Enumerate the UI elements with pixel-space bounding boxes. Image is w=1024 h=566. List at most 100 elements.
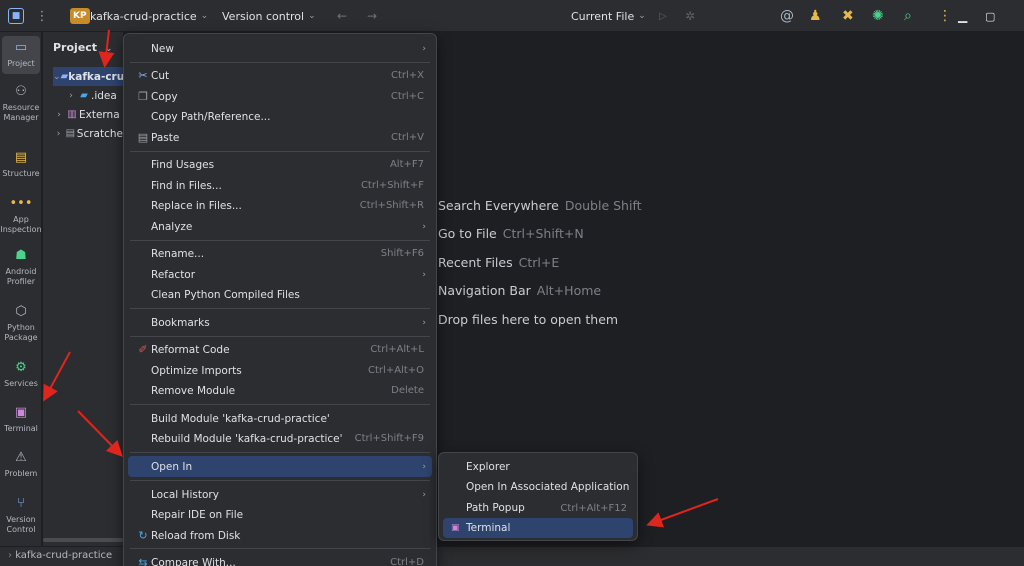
- sidebar-item-terminal[interactable]: ▣ Terminal: [0, 405, 42, 434]
- menu-label: Bookmarks: [151, 316, 210, 329]
- menu-item-local-history[interactable]: Local History ›: [128, 484, 432, 505]
- sidebar-item-project[interactable]: ▭ Project: [2, 36, 40, 74]
- menu-item-reformat-code[interactable]: ✐ Reformat Code Ctrl+Alt+L: [128, 339, 432, 360]
- notifications-icon[interactable]: ⋮: [938, 0, 952, 32]
- menu-item-remove-module[interactable]: Remove Module Delete: [128, 380, 432, 401]
- menu-label: Remove Module: [151, 384, 236, 397]
- menu-item-compare-with[interactable]: ⇆ Compare With... Ctrl+D: [128, 552, 432, 566]
- menu-item-analyze[interactable]: Analyze ›: [128, 216, 432, 237]
- breadcrumb[interactable]: › kafka-crud-practice: [8, 550, 112, 561]
- hint-shortcut: Ctrl+Shift+N: [502, 226, 584, 241]
- menu-label: Optimize Imports: [151, 364, 242, 377]
- tree-item-root[interactable]: ⌄ ▰ kafka-cru: [53, 67, 123, 86]
- menu-item-copy-path[interactable]: Copy Path/Reference...: [128, 106, 432, 127]
- title-bar: ■ ⋮ KP kafka-crud-practice ⌄ Version con…: [0, 0, 1024, 32]
- menu-item-build-module[interactable]: Build Module 'kafka-crud-practice': [128, 408, 432, 429]
- sidebar-label: Android Profiler: [5, 267, 37, 287]
- sidebar-item-android-profiler[interactable]: ☗ Android Profiler: [0, 248, 42, 287]
- run-config-selector[interactable]: Current File ⌄: [571, 0, 646, 32]
- menu-separator: [130, 240, 430, 241]
- menu-shortcut: Delete: [391, 385, 424, 396]
- menu-label: Analyze: [151, 220, 193, 233]
- menu-separator: [130, 480, 430, 481]
- forward-arrow-icon[interactable]: →: [367, 0, 377, 32]
- sidebar-item-structure[interactable]: ▤ Structure: [0, 150, 42, 179]
- menu-item-cut[interactable]: ✂ Cut Ctrl+X: [128, 65, 432, 86]
- hint-label: Go to File: [438, 226, 497, 241]
- sidebar-item-app-inspection[interactable]: ••• App Inspection: [0, 196, 42, 235]
- debug-icon[interactable]: ✲: [685, 0, 695, 32]
- sidebar-item-services[interactable]: ⚙ Services: [0, 360, 42, 389]
- menu-item-new[interactable]: New ›: [128, 38, 432, 59]
- scratches-icon: ▤: [65, 128, 76, 139]
- menu-item-clean-python[interactable]: Clean Python Compiled Files: [128, 284, 432, 305]
- sidebar-item-version-control[interactable]: ⑂ Version Control: [0, 496, 42, 535]
- back-arrow-icon[interactable]: ←: [337, 0, 347, 32]
- chevron-right-icon: ›: [57, 109, 61, 120]
- scissors-icon: ✂: [138, 69, 148, 82]
- sidebar-item-python-package[interactable]: ⬡ Python Package: [0, 304, 42, 343]
- app-logo-icon[interactable]: ■: [8, 8, 24, 24]
- menu-item-replace-in-files[interactable]: Replace in Files... Ctrl+Shift+R: [128, 195, 432, 216]
- menu-label: Clean Python Compiled Files: [151, 288, 300, 301]
- menu-separator: [130, 151, 430, 152]
- project-panel-title[interactable]: Project ⌄: [53, 41, 112, 54]
- reload-icon: ↻: [138, 529, 148, 542]
- branch-icon: ⑂: [17, 496, 25, 511]
- menu-separator: [130, 452, 430, 453]
- menu-label: Rename...: [151, 247, 205, 260]
- minimize-icon[interactable]: ▁: [958, 0, 967, 32]
- menu-item-rebuild-module[interactable]: Rebuild Module 'kafka-crud-practice' Ctrl…: [128, 428, 432, 449]
- menu-item-find-in-files[interactable]: Find in Files... Ctrl+Shift+F: [128, 175, 432, 196]
- menu-label: Copy: [151, 90, 178, 103]
- shapes-icon: ⚇: [15, 84, 27, 99]
- menu-item-bookmarks[interactable]: Bookmarks ›: [128, 312, 432, 333]
- chevron-right-icon: ›: [422, 43, 426, 54]
- submenu-item-explorer[interactable]: Explorer: [443, 457, 633, 477]
- menu-item-optimize-imports[interactable]: Optimize Imports Ctrl+Alt+O: [128, 360, 432, 381]
- menu-item-open-in[interactable]: Open In ›: [128, 456, 432, 477]
- menu-item-paste[interactable]: ▤ Paste Ctrl+V: [128, 127, 432, 148]
- chevron-right-icon: ›: [422, 269, 426, 280]
- project-badge[interactable]: KP: [70, 8, 90, 24]
- brush-icon: ✐: [138, 343, 148, 356]
- swirl-icon[interactable]: @: [780, 0, 794, 32]
- chevron-right-icon: ›: [69, 90, 73, 101]
- submenu-item-path-popup[interactable]: Path Popup Ctrl+Alt+F12: [443, 498, 633, 518]
- menu-separator: [130, 62, 430, 63]
- tree-item-external[interactable]: › ▥ Externa: [43, 105, 123, 124]
- menu-label: Reload from Disk: [151, 529, 241, 542]
- menu-label: Build Module 'kafka-crud-practice': [151, 412, 330, 425]
- restore-icon[interactable]: ▢: [985, 0, 995, 32]
- menu-shortcut: Ctrl+C: [390, 91, 424, 102]
- users-icon[interactable]: ♟: [809, 0, 822, 32]
- search-icon[interactable]: ⌕: [904, 0, 912, 32]
- menu-item-reload-from-disk[interactable]: ↻ Reload from Disk: [128, 525, 432, 546]
- menu-label: Path Popup: [466, 502, 525, 514]
- project-selector[interactable]: kafka-crud-practice ⌄: [90, 0, 208, 32]
- run-icon[interactable]: ▷: [659, 0, 667, 32]
- tool-window-sidebar: ▭ Project ⚇ Resource Manager ▤ Structure…: [0, 32, 42, 546]
- sidebar-label: Python Package: [4, 323, 38, 343]
- menu-item-refactor[interactable]: Refactor ›: [128, 264, 432, 285]
- chevron-down-icon: ⌄: [200, 11, 209, 21]
- version-control-selector[interactable]: Version control ⌄: [222, 0, 316, 32]
- menu-item-repair-ide[interactable]: Repair IDE on File: [128, 504, 432, 525]
- horizontal-scrollbar[interactable]: [43, 538, 123, 542]
- menu-label: Refactor: [151, 268, 196, 281]
- menu-item-copy[interactable]: ❐ Copy Ctrl+C: [128, 86, 432, 107]
- tree-item-scratches[interactable]: › ▤ Scratche: [43, 124, 123, 143]
- atom-icon[interactable]: ✺: [872, 0, 884, 32]
- submenu-item-associated-app[interactable]: Open In Associated Application: [443, 477, 633, 497]
- menu-item-rename[interactable]: Rename... Shift+F6: [128, 243, 432, 264]
- tools-icon[interactable]: ✖: [842, 0, 854, 32]
- menu-item-find-usages[interactable]: Find Usages Alt+F7: [128, 154, 432, 175]
- tree-item-idea[interactable]: › ▰ .idea: [43, 86, 123, 105]
- menu-label: Paste: [151, 131, 180, 144]
- menu-label: Terminal: [466, 522, 511, 534]
- sidebar-item-resource-manager[interactable]: ⚇ Resource Manager: [0, 84, 42, 123]
- sidebar-item-problem[interactable]: ⚠ Problem: [0, 450, 42, 479]
- hint-shortcut: Ctrl+E: [518, 255, 560, 270]
- main-menu-icon[interactable]: ⋮: [36, 0, 49, 32]
- submenu-item-terminal[interactable]: ▣ Terminal: [443, 518, 633, 538]
